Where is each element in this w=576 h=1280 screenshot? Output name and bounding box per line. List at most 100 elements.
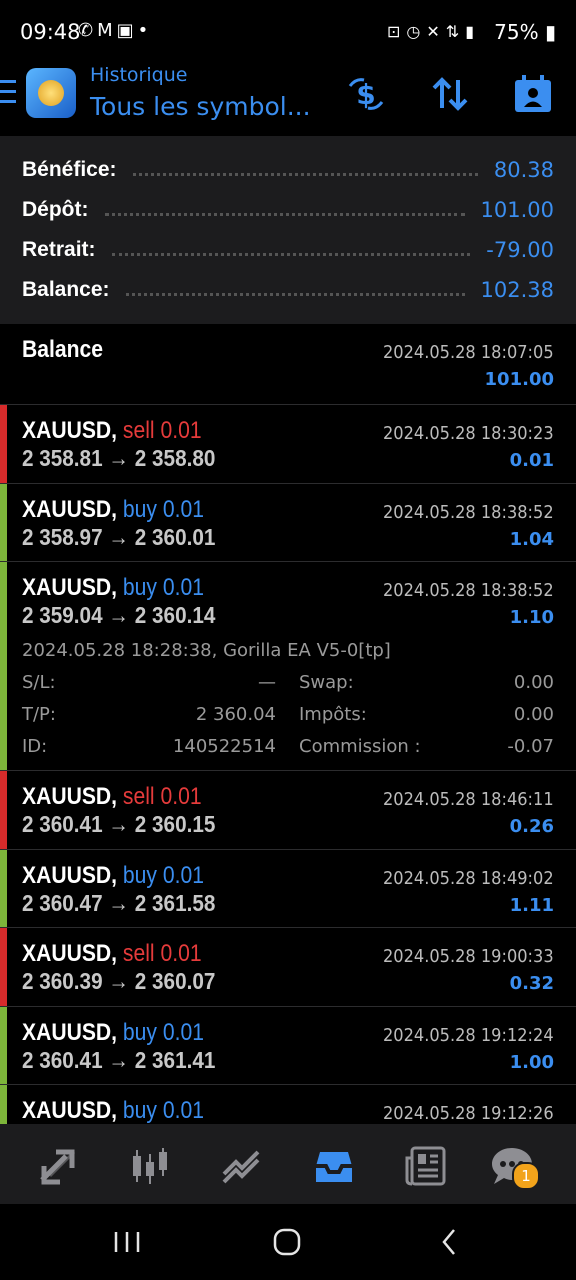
battery-level: 75% ▮: [494, 20, 556, 44]
bottom-navigation: 1: [0, 1124, 576, 1204]
chart-icon[interactable]: [128, 1144, 172, 1188]
entry-amount: 101.00: [484, 369, 554, 390]
symbol-text: XAUUSD,: [22, 940, 118, 967]
chat-badge: 1: [512, 1162, 540, 1190]
side-indicator: [0, 562, 7, 770]
commission-label: Commission :: [299, 736, 421, 757]
tax-value: 0.00: [513, 704, 554, 725]
entry-date: 2024.05.28 18:07:05: [383, 342, 554, 363]
system-icons: ⊡◷✕⇅▮: [387, 22, 480, 41]
swap-label: Swap:: [299, 672, 354, 693]
trade-prices: 2 358.81 → 2 358.80: [22, 445, 216, 471]
status-time: 09:48: [20, 20, 81, 44]
trade-prices: 2 360.39 → 2 360.07: [22, 968, 216, 994]
app-logo-icon: [26, 68, 76, 118]
trade-symbol: XAUUSD, buy 0.01: [22, 574, 204, 602]
trade-date: 2024.05.28 19:12:26: [383, 1103, 554, 1124]
calendar-period-icon[interactable]: [512, 74, 552, 114]
close-price: 2 360.07: [134, 968, 216, 994]
trade-row[interactable]: XAUUSD, buy 0.01 2024.05.28 19:12:26: [0, 1084, 576, 1124]
balance-entry[interactable]: Balance 2024.05.28 18:07:05 101.00: [0, 324, 576, 404]
trade-row[interactable]: XAUUSD, sell 0.01 2 358.81 → 2 358.80 20…: [0, 404, 576, 483]
summary-value: -79.00: [486, 238, 554, 262]
history-icon[interactable]: [312, 1144, 356, 1188]
trade-date: 2024.05.28 18:38:52: [383, 502, 554, 523]
dot-icon: •: [137, 20, 153, 41]
trade-action: buy 0.01: [122, 862, 204, 889]
trade-action: sell 0.01: [122, 940, 202, 967]
battery-icon: ▮: [544, 20, 556, 44]
chat-icon[interactable]: 1: [490, 1144, 540, 1190]
side-indicator: [0, 1007, 7, 1084]
trade-icon[interactable]: [220, 1144, 264, 1188]
trade-prices: 2 360.41 → 2 360.15: [22, 811, 216, 837]
recent-apps-icon[interactable]: [112, 1230, 142, 1254]
alarm-icon: ◷: [406, 22, 427, 41]
close-price: 2 358.80: [134, 445, 216, 471]
trade-row[interactable]: XAUUSD, buy 0.01 2 358.97 → 2 360.01 202…: [0, 483, 576, 561]
summary-profit-row: Bénéfice: 80.38: [22, 150, 554, 190]
trade-symbol: XAUUSD, sell 0.01: [22, 417, 202, 445]
open-price: 2 360.41: [22, 811, 103, 837]
side-indicator: [0, 484, 7, 561]
trade-action: buy 0.01: [122, 1019, 204, 1046]
tp-value: 2 360.04: [195, 704, 276, 725]
symbol-text: XAUUSD,: [22, 496, 118, 523]
trade-row[interactable]: XAUUSD, sell 0.01 2 360.39 → 2 360.07 20…: [0, 927, 576, 1006]
news-icon[interactable]: [404, 1144, 448, 1188]
trade-action: sell 0.01: [122, 417, 202, 444]
lock-icon: ⊡: [387, 22, 407, 41]
trade-prices: 2 360.41 → 2 361.41: [22, 1047, 216, 1073]
close-price: 2 361.41: [134, 1047, 216, 1073]
summary-deposit-row: Dépôt: 101.00: [22, 190, 554, 230]
summary-label: Dépôt:: [22, 198, 89, 221]
trade-row[interactable]: XAUUSD, buy 0.01 2 360.41 → 2 361.41 202…: [0, 1006, 576, 1084]
quotes-icon[interactable]: [36, 1144, 80, 1188]
notification-icons: ✆M▣•: [78, 20, 152, 41]
back-icon[interactable]: [438, 1228, 462, 1256]
trade-row[interactable]: XAUUSD, sell 0.01 2 360.41 → 2 360.15 20…: [0, 770, 576, 849]
sort-icon[interactable]: [430, 74, 470, 114]
summary-value: 80.38: [493, 158, 554, 182]
home-icon[interactable]: [272, 1228, 302, 1256]
open-price: 2 360.39: [22, 968, 103, 994]
balance-label: Balance: [22, 336, 104, 363]
trade-symbol: XAUUSD, sell 0.01: [22, 940, 202, 968]
app-bar: Historique Tous les symbol... $: [0, 62, 576, 136]
symbol-filter[interactable]: Tous les symbol...: [90, 92, 311, 121]
summary-label: Bénéfice:: [22, 158, 117, 181]
trade-profit: 1.00: [509, 1052, 554, 1073]
trade-row-expanded[interactable]: XAUUSD, buy 0.01 2 359.04 → 2 360.14 202…: [0, 561, 576, 770]
trade-date: 2024.05.28 18:30:23: [383, 423, 554, 444]
symbol-text: XAUUSD,: [22, 783, 118, 810]
signal-icon: ▮: [465, 22, 480, 41]
trade-symbol: XAUUSD, buy 0.01: [22, 862, 204, 890]
trade-row[interactable]: XAUUSD, buy 0.01 2 360.47 → 2 361.58 202…: [0, 849, 576, 927]
open-price: 2 358.81: [22, 445, 103, 471]
currency-filter-icon[interactable]: $: [346, 74, 386, 114]
summary-balance-row: Balance: 102.38: [22, 270, 554, 310]
status-bar: 09:48 ✆M▣• ⊡◷✕⇅▮ 75% ▮: [0, 0, 576, 62]
close-price: 2 361.58: [134, 890, 216, 916]
trade-profit: 0.32: [509, 973, 554, 994]
close-price: 2 360.01: [134, 524, 216, 550]
menu-icon[interactable]: [0, 80, 16, 106]
trade-date: 2024.05.28 18:46:11: [383, 789, 554, 810]
id-value: 140522514: [172, 736, 276, 757]
trade-action: buy 0.01: [122, 1097, 204, 1124]
summary-label: Retrait:: [22, 238, 96, 261]
history-summary: Bénéfice: 80.38 Dépôt: 101.00 Retrait: -79.…: [0, 136, 576, 324]
open-price: 2 358.97: [22, 524, 103, 550]
trade-prices: 2 359.04 → 2 360.14: [22, 602, 216, 628]
sl-value: —: [258, 672, 276, 693]
gmail-icon: M: [97, 20, 117, 41]
trade-profit: 0.01: [509, 450, 554, 471]
history-list[interactable]: Balance 2024.05.28 18:07:05 101.00 XAUUS…: [0, 324, 576, 1124]
symbol-text: XAUUSD,: [22, 417, 118, 444]
trade-date: 2024.05.28 19:00:33: [383, 946, 554, 967]
close-price: 2 360.15: [134, 811, 216, 837]
open-price: 2 360.41: [22, 1047, 103, 1073]
symbol-text: XAUUSD,: [22, 574, 118, 601]
trade-symbol: XAUUSD, sell 0.01: [22, 783, 202, 811]
trade-profit: 1.11: [509, 895, 554, 916]
